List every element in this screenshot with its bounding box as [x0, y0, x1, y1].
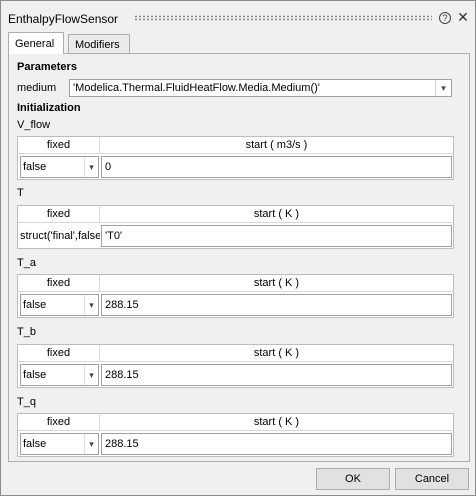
initialization-heading: Initialization	[17, 102, 81, 114]
start-value: 'T0'	[105, 230, 123, 242]
start-header: start ( K )	[100, 206, 453, 222]
chevron-down-icon[interactable]: ▾	[84, 295, 98, 315]
start-value: 288.15	[105, 299, 139, 311]
start-input[interactable]: 0	[101, 156, 452, 178]
header-divider	[18, 291, 453, 292]
init-table-t-a: fixed start ( K ) false ▾ 288.15	[17, 274, 454, 318]
chevron-down-icon[interactable]: ▾	[435, 80, 451, 96]
fixed-combobox[interactable]: false ▾	[20, 156, 99, 178]
fixed-value[interactable]: struct('final',false	[20, 225, 100, 247]
fixed-header: fixed	[18, 345, 100, 361]
help-icon[interactable]: ?	[439, 12, 451, 24]
group-label-v-flow: V_flow	[17, 119, 51, 131]
group-label-t-b: T_b	[17, 326, 36, 338]
fixed-value: false	[23, 369, 47, 381]
start-input[interactable]: 288.15	[101, 364, 452, 386]
start-header: start ( K )	[100, 414, 453, 430]
start-input[interactable]: 'T0'	[101, 225, 452, 247]
fixed-combobox[interactable]: false ▾	[20, 364, 99, 386]
init-table-t-q: fixed start ( K ) false ▾ 288.15	[17, 413, 454, 457]
medium-label: medium	[17, 82, 57, 94]
cancel-button[interactable]: Cancel	[395, 468, 469, 490]
init-table-t-b: fixed start ( K ) false ▾ 288.15	[17, 344, 454, 388]
dialog-window: EnthalpyFlowSensor ? ✕ General Modifiers…	[0, 0, 476, 496]
header-divider	[18, 222, 453, 223]
start-value: 288.15	[105, 369, 139, 381]
fixed-value: false	[23, 438, 47, 450]
header-divider	[18, 153, 453, 154]
fixed-value: false	[23, 299, 47, 311]
chevron-down-icon[interactable]: ▾	[84, 365, 98, 385]
header-divider	[18, 361, 453, 362]
fixed-header: fixed	[18, 414, 100, 430]
start-value: 288.15	[105, 438, 139, 450]
tab-panel	[8, 54, 470, 462]
init-table-t: fixed start ( K ) struct('final',false '…	[17, 205, 454, 249]
group-label-t: T	[17, 187, 24, 199]
fixed-combobox[interactable]: false ▾	[20, 433, 99, 455]
title-bar[interactable]: EnthalpyFlowSensor ? ✕	[1, 1, 475, 31]
window-title: EnthalpyFlowSensor	[8, 12, 119, 26]
cancel-button-label: Cancel	[414, 473, 450, 485]
chevron-down-icon[interactable]: ▾	[84, 157, 98, 177]
start-header: start ( m3/s )	[100, 137, 453, 153]
start-header: start ( K )	[100, 345, 453, 361]
fixed-header: fixed	[18, 206, 100, 222]
init-table-v-flow: fixed start ( m3/s ) false ▾ 0	[17, 136, 454, 180]
tab-modifiers[interactable]: Modifiers	[68, 34, 130, 54]
start-input[interactable]: 288.15	[101, 294, 452, 316]
tab-general[interactable]: General	[8, 32, 64, 54]
medium-combobox[interactable]: 'Modelica.Thermal.FluidHeatFlow.Media.Me…	[69, 79, 452, 97]
chevron-down-icon[interactable]: ▾	[84, 434, 98, 454]
group-label-t-a: T_a	[17, 257, 36, 269]
fixed-header: fixed	[18, 137, 100, 153]
fixed-combobox[interactable]: false ▾	[20, 294, 99, 316]
parameters-heading: Parameters	[17, 61, 77, 73]
close-icon[interactable]: ✕	[456, 9, 470, 25]
fixed-value: false	[23, 161, 47, 173]
medium-value: 'Modelica.Thermal.FluidHeatFlow.Media.Me…	[73, 82, 320, 94]
start-header: start ( K )	[100, 275, 453, 291]
fixed-header: fixed	[18, 275, 100, 291]
start-input[interactable]: 288.15	[101, 433, 452, 455]
group-label-t-q: T_q	[17, 396, 36, 408]
header-divider	[18, 430, 453, 431]
start-value: 0	[105, 161, 112, 173]
ok-button-label: OK	[345, 473, 361, 485]
ok-button[interactable]: OK	[316, 468, 390, 490]
drag-grip[interactable]	[134, 15, 432, 21]
